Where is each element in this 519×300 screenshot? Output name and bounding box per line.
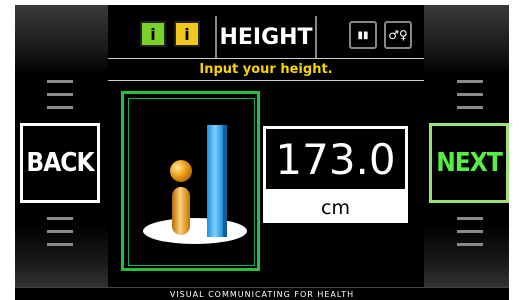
dash bbox=[47, 217, 73, 220]
info-green-icon[interactable]: i bbox=[140, 21, 166, 47]
next-button[interactable]: NEXT bbox=[429, 123, 509, 203]
instruction-text: Input your height. bbox=[108, 59, 424, 81]
dash bbox=[47, 230, 73, 233]
person-height-icon bbox=[143, 125, 247, 244]
height-illustration-frame bbox=[121, 91, 260, 271]
dash bbox=[457, 80, 483, 83]
bar-chart-icon[interactable]: ▮▮ bbox=[349, 21, 377, 49]
floor-ellipse bbox=[143, 218, 247, 244]
dash bbox=[457, 230, 483, 233]
gender-icon[interactable]: ♂♀ bbox=[384, 21, 412, 49]
footer-text: VISUAL COMMUNICATING FOR HEALTH bbox=[15, 287, 509, 300]
page-title: HEIGHT bbox=[219, 24, 313, 50]
height-value: 173.0 bbox=[263, 126, 408, 192]
back-button[interactable]: BACK bbox=[20, 123, 100, 203]
kiosk-screen: i i HEIGHT ▮▮ ♂♀ Input your height. BACK… bbox=[15, 5, 509, 300]
dash bbox=[457, 243, 483, 246]
height-unit: cm bbox=[263, 192, 408, 223]
dash bbox=[47, 243, 73, 246]
height-display: 173.0 cm bbox=[263, 126, 408, 223]
dash bbox=[457, 93, 483, 96]
header-bar: i i HEIGHT ▮▮ ♂♀ bbox=[108, 13, 424, 59]
person-body bbox=[172, 187, 190, 235]
dash bbox=[457, 217, 483, 220]
height-illustration bbox=[128, 98, 255, 266]
dash bbox=[47, 93, 73, 96]
height-bar bbox=[207, 125, 223, 237]
dash bbox=[457, 106, 483, 109]
dash bbox=[47, 80, 73, 83]
height-bar-side bbox=[223, 125, 227, 237]
title-box: HEIGHT bbox=[215, 16, 317, 58]
person-head bbox=[170, 160, 192, 182]
info-yellow-icon[interactable]: i bbox=[174, 21, 200, 47]
dash bbox=[47, 106, 73, 109]
